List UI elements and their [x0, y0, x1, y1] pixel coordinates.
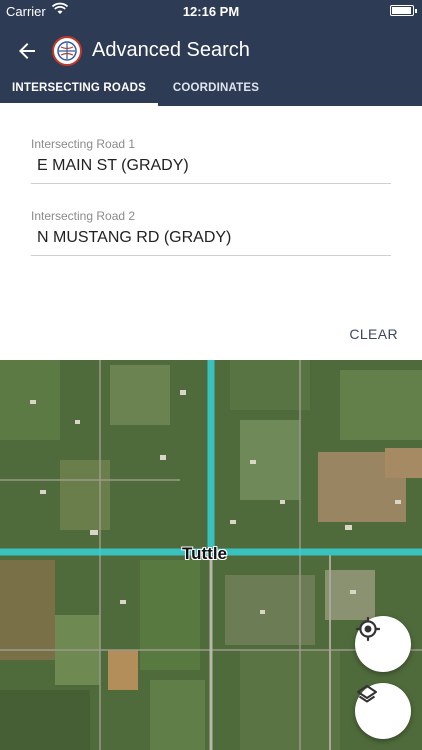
tab-bar: INTERSECTING ROADS COORDINATES: [0, 74, 422, 106]
page-title: Advanced Search: [92, 39, 250, 61]
back-button[interactable]: [10, 36, 44, 66]
my-location-button[interactable]: [355, 616, 411, 672]
intersecting-road-2-label: Intersecting Road 2: [31, 209, 136, 223]
map-place-label: Tuttle: [182, 544, 228, 563]
intersecting-road-2-field: Intersecting Road 2 N MUSTANG RD (GRADY): [31, 209, 391, 256]
map-layers-button[interactable]: [355, 683, 411, 739]
arrow-left-icon: [19, 43, 35, 59]
status-bar: Carrier 12:16 PM: [0, 0, 422, 22]
app-logo: [52, 36, 82, 66]
active-tab-indicator: [0, 103, 158, 106]
app-bar: Advanced Search INTERSECTING ROADS COORD…: [0, 22, 422, 106]
battery-icon: [390, 5, 417, 16]
map-view[interactable]: Tuttle: [0, 360, 422, 750]
clear-button[interactable]: CLEAR: [349, 326, 398, 342]
locate-icon: [356, 617, 380, 641]
tab-coordinates[interactable]: COORDINATES: [158, 82, 274, 106]
clock: 12:16 PM: [182, 4, 240, 19]
intersecting-road-1-field: Intersecting Road 1 E MAIN ST (GRADY): [31, 137, 391, 184]
intersecting-road-2-input[interactable]: N MUSTANG RD (GRADY): [31, 229, 391, 256]
layers-icon: [357, 685, 377, 703]
intersecting-road-1-label: Intersecting Road 1: [31, 137, 136, 151]
intersecting-road-1-input[interactable]: E MAIN ST (GRADY): [31, 157, 391, 184]
